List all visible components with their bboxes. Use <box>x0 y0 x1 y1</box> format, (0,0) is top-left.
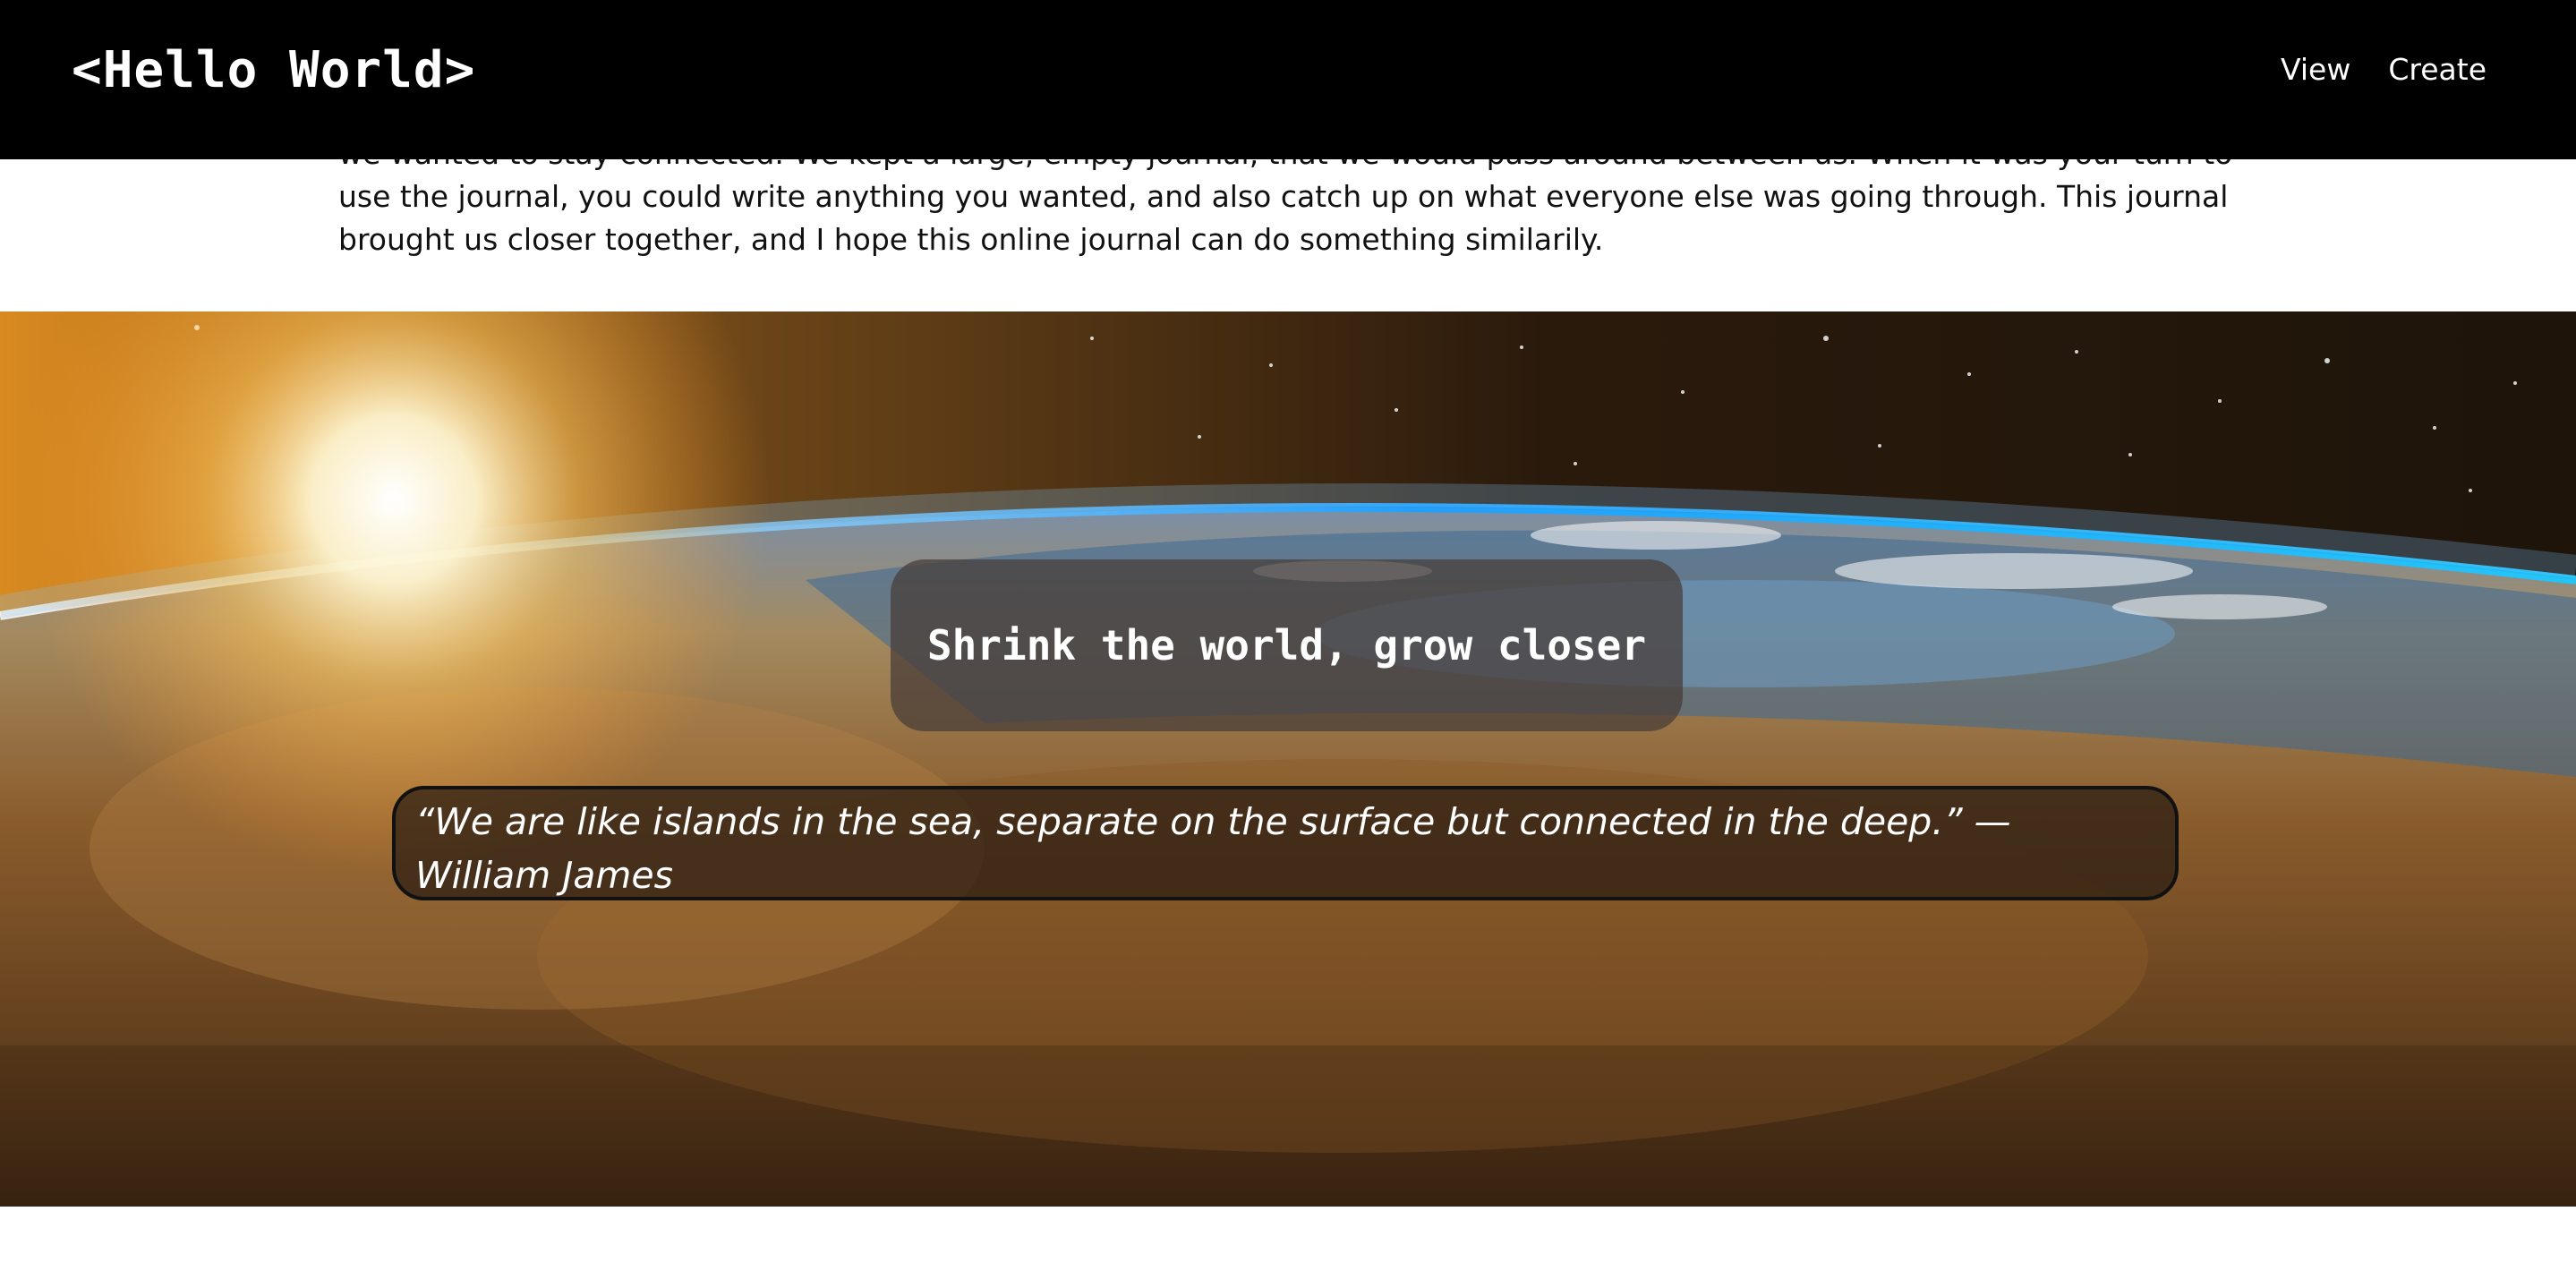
nav-create-link[interactable]: Create <box>2388 52 2486 87</box>
hero-tagline: Shrink the world, grow closer <box>926 621 1647 670</box>
hero-quote: “We are like islands in the sea, separat… <box>415 800 2011 897</box>
site-header: <Hello World> View Create <box>0 0 2576 159</box>
quote-panel: “We are like islands in the sea, separat… <box>392 786 2179 900</box>
main-nav: View Create <box>2281 52 2486 87</box>
earth-hero-banner: Shrink the world, grow closer “We are li… <box>0 311 2576 1207</box>
site-logo[interactable]: <Hello World> <box>72 41 475 99</box>
tagline-panel: Shrink the world, grow closer <box>891 559 1683 731</box>
earth-horizon-image <box>0 311 2576 1207</box>
nav-view-link[interactable]: View <box>2281 52 2350 87</box>
